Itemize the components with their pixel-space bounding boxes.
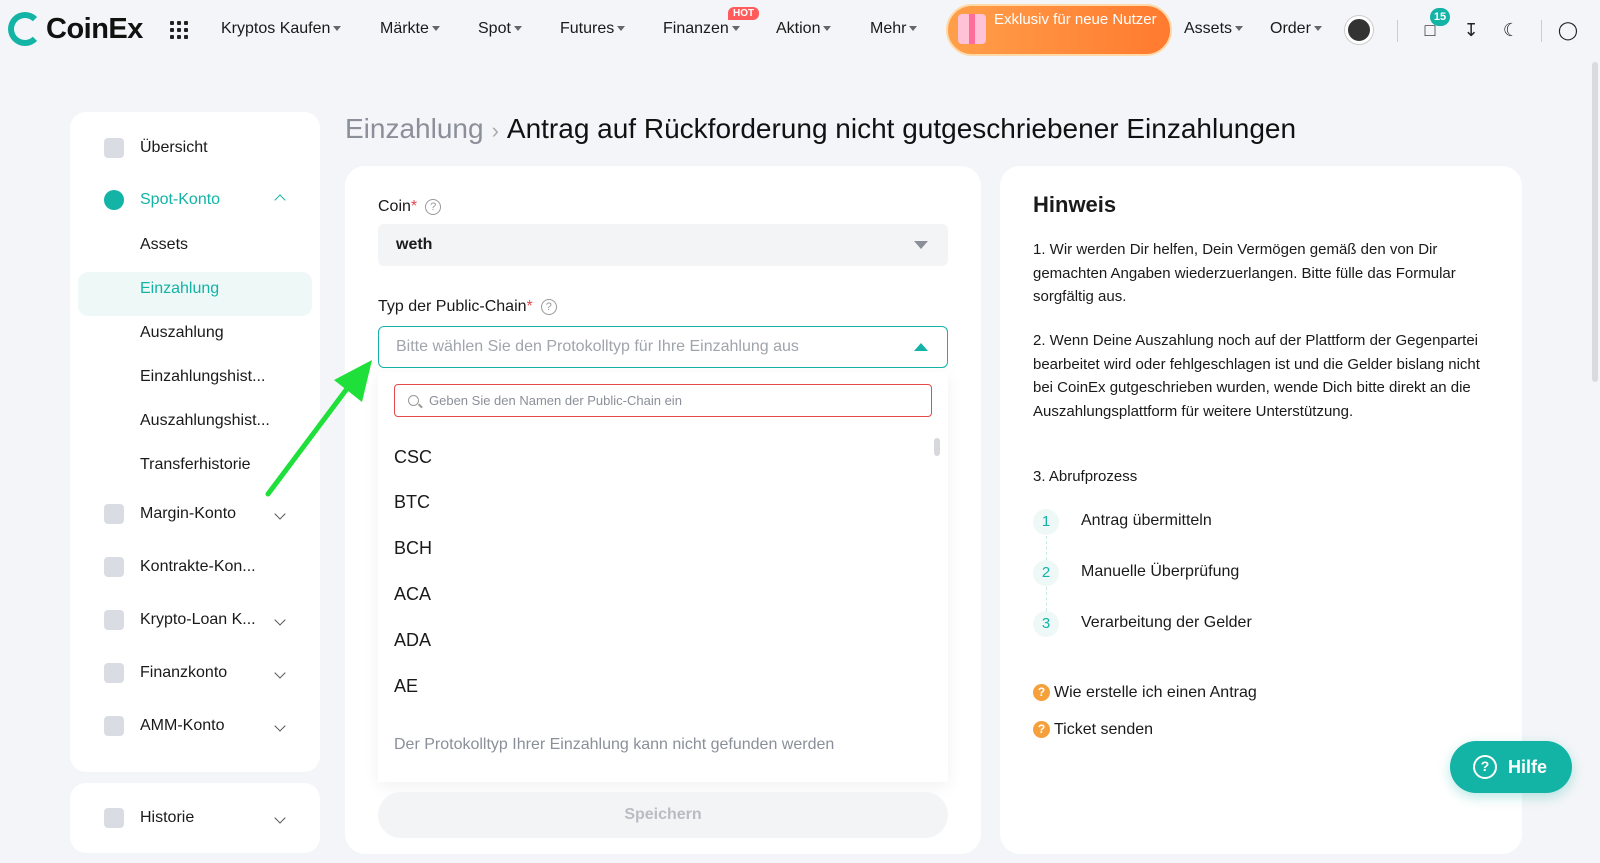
step-connector <box>1046 587 1047 611</box>
nav-futures[interactable]: Futures <box>560 20 626 38</box>
chain-option[interactable]: ACA <box>394 584 431 605</box>
hint-paragraph-2: 2. Wenn Deine Auszahlung noch auf der Pl… <box>1033 332 1480 420</box>
nav-kryptos-kaufen[interactable]: Kryptos Kaufen <box>221 20 342 38</box>
globe-icon[interactable]: ◯ <box>1556 18 1580 42</box>
promo-label: Exklusiv für neue Nutzer <box>994 11 1157 28</box>
help-button[interactable]: ? Hilfe <box>1450 741 1572 793</box>
coin-select[interactable]: weth <box>378 224 948 266</box>
nav-order[interactable]: Order <box>1270 20 1322 38</box>
sidebar-item-uebersicht[interactable]: Übersicht <box>70 126 320 170</box>
save-button[interactable]: Speichern <box>378 792 948 838</box>
finance-icon <box>104 663 124 683</box>
nav-spot[interactable]: Spot <box>478 20 522 38</box>
caret-down-icon <box>914 241 928 249</box>
chevron-down-icon <box>274 720 286 732</box>
chevron-down-icon <box>274 667 286 679</box>
hint-paragraph-3: 3. Abrufprozess <box>1033 468 1138 485</box>
nav-aktion[interactable]: Aktion <box>776 20 832 38</box>
contract-icon <box>104 557 124 577</box>
hint-panel: Hinweis 1. Wir werden Dir helfen, Dein V… <box>1000 166 1522 854</box>
search-icon <box>408 395 419 406</box>
chevron-down-icon <box>274 812 286 824</box>
sidebar-item-krypto-loan[interactable]: Krypto-Loan K... <box>70 598 320 642</box>
logo-icon <box>8 12 42 46</box>
chain-label: Typ der Public-Chain*? <box>378 298 557 316</box>
help-icon[interactable]: ? <box>540 299 557 315</box>
sidebar-item-auszahlung[interactable]: Auszahlung <box>140 324 224 342</box>
overview-icon <box>104 138 124 158</box>
chevron-right-icon: › <box>491 118 499 143</box>
coin-label: Coin*? <box>378 198 442 216</box>
history-box: Historie <box>70 783 320 853</box>
sidebar-item-auszahlungshistorie[interactable]: Auszahlungshist... <box>140 412 270 430</box>
step-number: 1 <box>1033 509 1059 535</box>
chain-option[interactable]: AE <box>394 676 418 697</box>
question-icon: ? <box>1033 721 1050 738</box>
new-user-promo-button[interactable]: Exklusiv für neue Nutzer <box>946 4 1172 56</box>
download-icon[interactable]: ↧ <box>1459 18 1483 42</box>
chain-search-input[interactable]: Geben Sie den Namen der Public-Chain ein <box>394 384 932 417</box>
public-chain-select[interactable]: Bitte wählen Sie den Protokolltyp für Ih… <box>378 326 948 368</box>
sidebar-item-historie[interactable]: Historie <box>70 796 320 840</box>
gift-icon <box>958 14 986 44</box>
annotation-arrow <box>265 360 372 497</box>
step-label: Verarbeitung der Gelder <box>1081 614 1252 631</box>
question-icon: ? <box>1473 755 1497 779</box>
help-icon[interactable]: ? <box>425 199 442 215</box>
step-connector <box>1046 536 1047 560</box>
faq-create-request-link[interactable]: ? Wie erstelle ich einen Antrag <box>1033 684 1257 702</box>
question-icon: ? <box>1033 684 1050 701</box>
sidebar-item-finanzkonto[interactable]: Finanzkonto <box>70 651 320 695</box>
avatar[interactable] <box>1345 16 1373 44</box>
chain-option[interactable]: CSC <box>394 447 432 468</box>
nav-maerkte[interactable]: Märkte <box>380 20 440 38</box>
chain-dropdown: Geben Sie den Namen der Public-Chain ein… <box>378 372 948 782</box>
sidebar-item-spot-konto[interactable]: Spot-Konto <box>70 178 320 222</box>
chevron-down-icon <box>274 508 286 520</box>
sidebar-item-assets[interactable]: Assets <box>140 236 188 254</box>
chain-option[interactable]: BTC <box>394 492 430 513</box>
chevron-up-icon <box>274 194 286 206</box>
chain-option[interactable]: ADA <box>394 630 431 651</box>
moon-icon[interactable]: ☾ <box>1499 18 1523 42</box>
step-label: Antrag übermitteln <box>1081 512 1212 529</box>
faq-send-ticket-link[interactable]: ? Ticket senden <box>1033 721 1153 739</box>
sidebar-item-einzahlung[interactable]: Einzahlung <box>140 280 219 298</box>
top-nav: CoinEx Kryptos Kaufen Märkte Spot Future… <box>0 0 1600 62</box>
wallet-icon <box>104 190 124 210</box>
sidebar-item-amm-konto[interactable]: AMM-Konto <box>70 704 320 748</box>
nav-finanzen[interactable]: Finanzen <box>663 20 740 38</box>
page-title: Antrag auf Rückforderung nicht gutgeschr… <box>506 113 1297 144</box>
history-icon <box>104 808 124 828</box>
form-panel: Coin*? weth Typ der Public-Chain*? Bitte… <box>345 166 981 854</box>
hint-paragraph-1: 1. Wir werden Dir helfen, Dein Vermögen … <box>1033 241 1456 305</box>
step-number: 3 <box>1033 611 1059 637</box>
divider <box>1397 20 1398 42</box>
divider <box>1541 20 1542 42</box>
logo-text: CoinEx <box>46 12 143 45</box>
nav-assets[interactable]: Assets <box>1184 20 1244 38</box>
apps-grid-icon[interactable] <box>170 21 188 39</box>
sidebar-item-einzahlungshistorie[interactable]: Einzahlungshist... <box>140 368 265 386</box>
page-scrollbar[interactable] <box>1592 62 1598 382</box>
loan-icon <box>104 610 124 630</box>
step-number: 2 <box>1033 560 1059 586</box>
not-found-link[interactable]: Der Protokolltyp Ihrer Einzahlung kann n… <box>394 736 834 754</box>
chevron-down-icon <box>274 614 286 626</box>
step-label: Manuelle Überprüfung <box>1081 563 1240 580</box>
dropdown-scrollbar[interactable] <box>934 438 940 456</box>
sidebar-item-kontrakte-konto[interactable]: Kontrakte-Kon... <box>70 545 320 589</box>
breadcrumb: Einzahlung › Antrag auf Rückforderung nich… <box>345 113 1296 145</box>
nav-mehr[interactable]: Mehr <box>870 20 918 38</box>
hot-badge: HOT <box>728 7 760 20</box>
sidebar-item-transferhistorie[interactable]: Transferhistorie <box>140 456 251 474</box>
amm-icon <box>104 716 124 736</box>
margin-icon <box>104 504 124 524</box>
hint-title: Hinweis <box>1033 192 1117 217</box>
notification-badge: 15 <box>1430 8 1450 26</box>
coinex-logo[interactable]: CoinEx <box>8 12 143 46</box>
caret-up-icon <box>914 343 928 351</box>
breadcrumb-parent[interactable]: Einzahlung <box>345 113 484 144</box>
chain-option[interactable]: BCH <box>394 538 432 559</box>
